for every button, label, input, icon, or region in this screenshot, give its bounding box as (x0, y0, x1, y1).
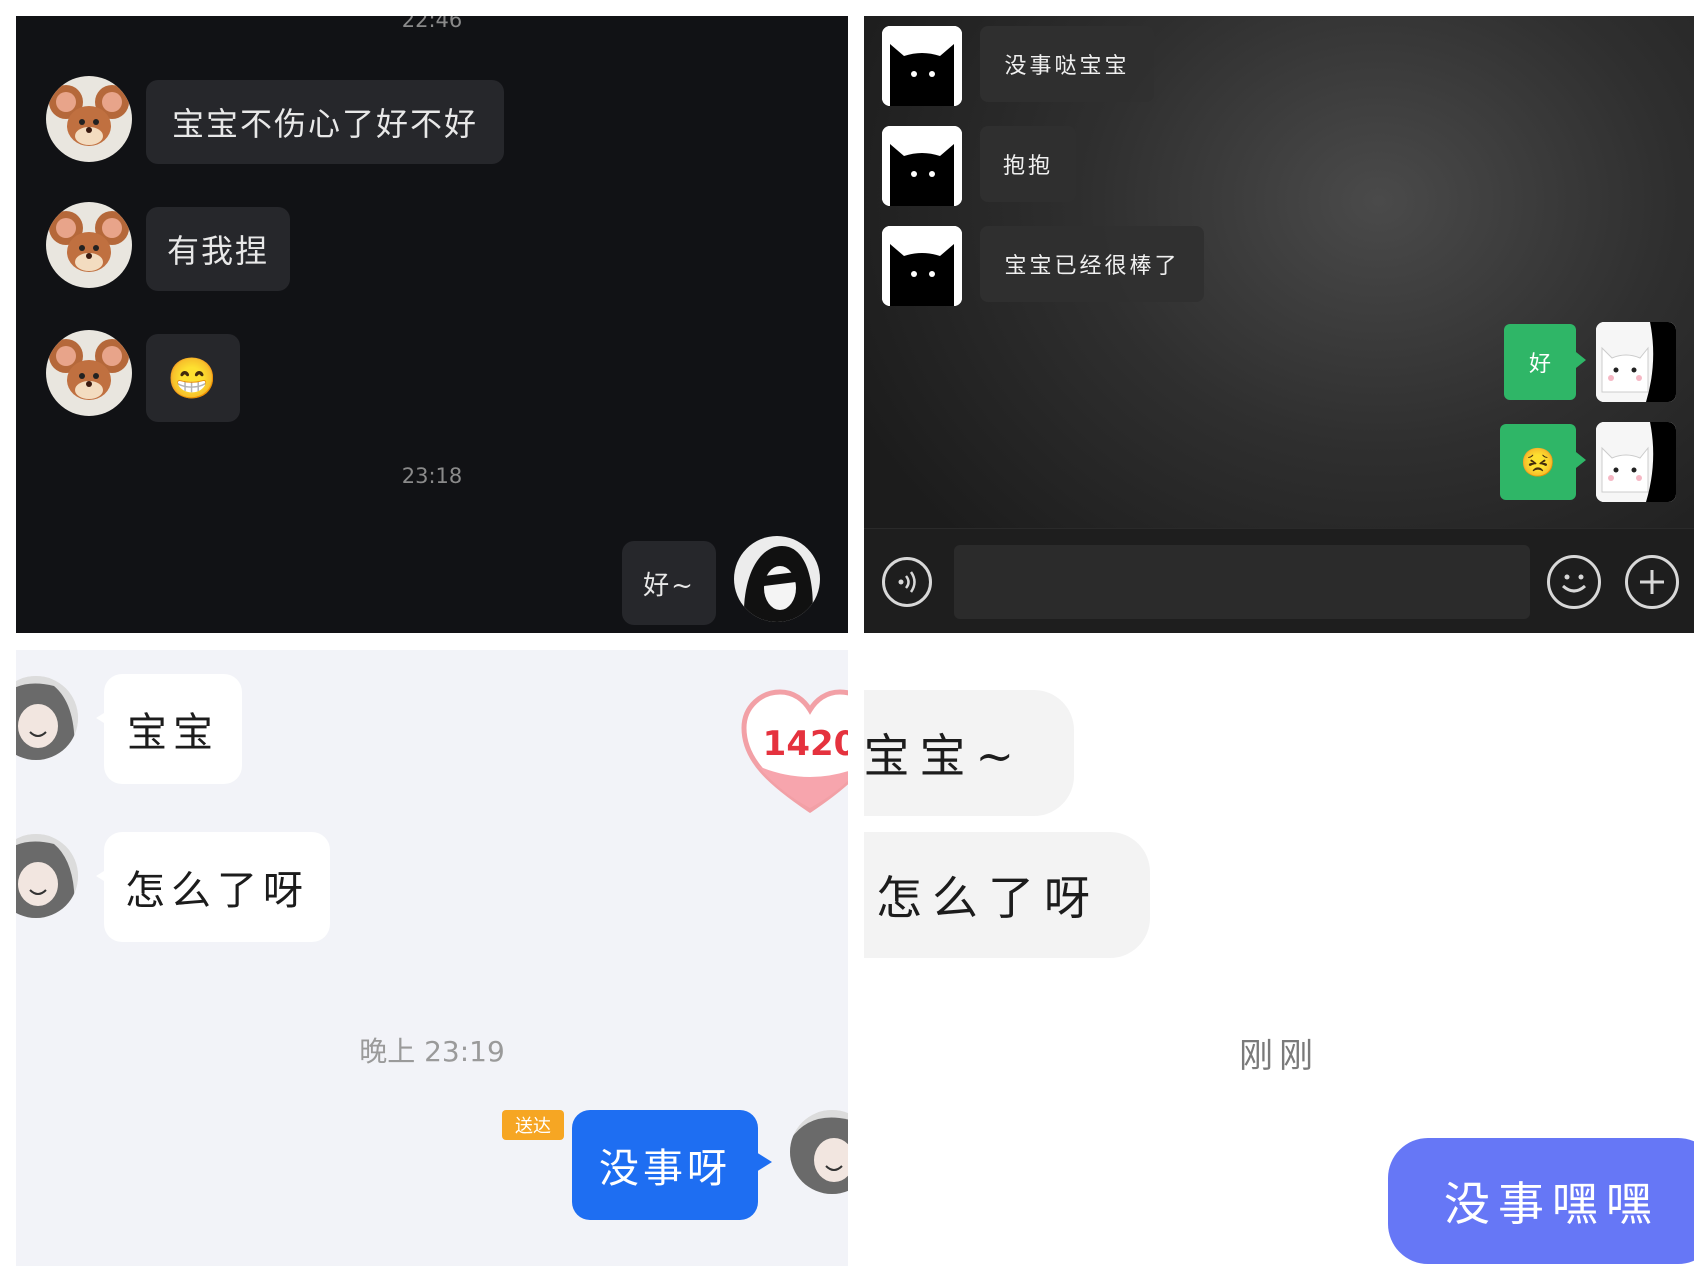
delivered-badge: 送达 (502, 1110, 564, 1140)
avatar[interactable] (882, 126, 962, 206)
avatar[interactable] (734, 536, 820, 622)
message-bubble: 宝宝~ (864, 690, 1074, 816)
voice-icon (898, 571, 916, 593)
mouse-avatar-icon (49, 85, 129, 146)
reply-bubble: 没事呀 (572, 1110, 758, 1220)
avatar[interactable] (1596, 422, 1676, 502)
smiley-icon (1561, 574, 1587, 593)
avatar[interactable] (46, 202, 132, 288)
white-cat-avatar-icon (1596, 322, 1676, 402)
message-input[interactable] (954, 545, 1530, 619)
girl-avatar-icon (16, 676, 78, 760)
message-bubble: 怎么了呀 (864, 832, 1150, 958)
avatar[interactable] (16, 834, 78, 918)
emoji-message: 😁 (146, 334, 240, 422)
chat-panel-dark: 22:46 宝宝不伤心了好不好 有我捏 😁 23:18 好~ (16, 16, 848, 633)
heart-count: 1420 (762, 724, 848, 764)
black-cat-avatar-icon (882, 126, 962, 206)
girl-avatar-icon (743, 546, 813, 622)
girl-avatar-icon (16, 834, 78, 918)
white-cat-avatar-icon (1596, 422, 1676, 502)
chat-panel-qq: 宝宝 怎么了呀 1420 晚上 23:19 送达 没事呀 (16, 650, 848, 1266)
avatar[interactable] (46, 330, 132, 416)
message-bubble: 抱抱 (980, 126, 1076, 202)
mouse-avatar-icon (49, 339, 129, 400)
reply-bubble: 好 (1504, 324, 1586, 400)
message-bubble: 宝宝已经很棒了 (980, 226, 1204, 302)
input-bar (864, 528, 1694, 633)
avatar[interactable] (16, 676, 78, 760)
avatar[interactable] (1596, 322, 1676, 402)
avatar[interactable] (790, 1110, 848, 1194)
timestamp: 23:18 (401, 464, 463, 488)
timestamp-top: 22:46 (401, 16, 463, 32)
timestamp: 刚刚 (1239, 1036, 1319, 1076)
message-bubble: 有我捏 (146, 207, 290, 291)
message-bubble: 怎么了呀 (104, 832, 330, 942)
black-cat-avatar-icon (882, 226, 962, 306)
avatar[interactable] (882, 226, 962, 306)
reply-bubble: 好~ (622, 541, 716, 625)
avatar[interactable] (882, 26, 962, 106)
chat-panel-minimal: 宝宝~ 怎么了呀 刚刚 没事嘿嘿 (864, 650, 1694, 1266)
reply-emoji-bubble: 😣 (1500, 424, 1586, 500)
more-button[interactable] (1625, 555, 1679, 609)
emoji-button[interactable] (1547, 555, 1601, 609)
message-bubble: 宝宝不伤心了好不好 (146, 80, 504, 164)
mouse-avatar-icon (49, 211, 129, 272)
intimacy-heart[interactable]: 1420 (740, 688, 848, 818)
avatar[interactable] (46, 76, 132, 162)
reply-bubble: 没事嘿嘿 (1388, 1138, 1694, 1264)
timestamp: 晚上 23:19 (359, 1035, 505, 1068)
bubble-tail (756, 1152, 772, 1172)
girl-avatar-icon (790, 1110, 848, 1194)
message-bubble: 宝宝 (104, 674, 242, 784)
message-bubble: 没事哒宝宝 (980, 26, 1154, 102)
chat-panel-wechat: 没事哒宝宝 抱抱 宝宝已经很棒了 好 😣 (864, 16, 1694, 633)
voice-button[interactable] (882, 557, 932, 607)
plus-icon (1640, 570, 1664, 594)
black-cat-avatar-icon (882, 26, 962, 106)
